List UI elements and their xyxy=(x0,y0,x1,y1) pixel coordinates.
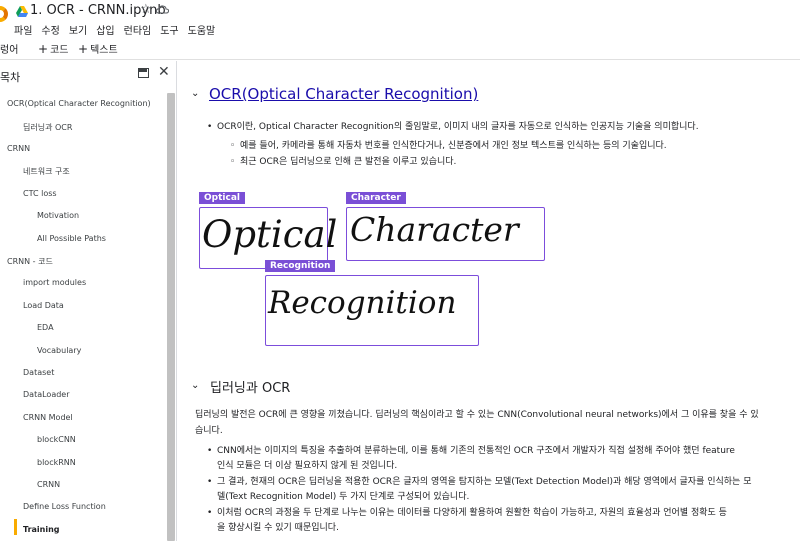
add-code-button[interactable]: + 코드 xyxy=(38,41,68,56)
toc-title: 목차 xyxy=(0,71,21,84)
menu-tools[interactable]: 도구 xyxy=(160,22,178,37)
drive-icon[interactable] xyxy=(16,6,28,17)
toc-item[interactable]: Motivation xyxy=(37,211,79,220)
sidebar-scrollbar[interactable] xyxy=(167,93,175,541)
toc-item[interactable]: import modules xyxy=(23,278,86,287)
colab-logo[interactable] xyxy=(0,6,8,22)
handwritten-word: Character xyxy=(350,210,519,249)
open-in-tab-icon[interactable] xyxy=(138,68,149,78)
menu-bar: 파일 수정 보기 삽입 런타임 도구 도움말 xyxy=(14,22,224,37)
toc-item[interactable]: CRNN Model xyxy=(23,413,73,422)
toc-item[interactable]: EDA xyxy=(37,323,54,332)
toc-item[interactable]: 딥러닝과 OCR xyxy=(23,122,72,133)
toc-item[interactable]: CRNN xyxy=(7,144,30,153)
toc-item[interactable]: Dataset xyxy=(23,368,54,377)
title-bar: 1. OCR - CRNN.ipynb ☆ 파일 수정 보기 삽입 런타임 도구… xyxy=(0,0,800,38)
list-item: 최근 OCR은 딥러닝으로 인해 큰 발전을 이루고 있습니다. xyxy=(230,155,456,170)
menu-help[interactable]: 도움말 xyxy=(188,22,216,37)
list-item: OCR이란, Optical Character Recognition의 줄임… xyxy=(207,120,699,135)
notebook-content: ⌄ OCR(Optical Character Recognition) OCR… xyxy=(178,61,800,541)
cloud-icon[interactable] xyxy=(156,4,169,16)
add-code-label: 코드 xyxy=(50,45,69,56)
paragraph-line: 딥러닝의 발전은 OCR에 큰 영향을 끼쳤습니다. 딥러닝의 핵심이라고 할 … xyxy=(195,410,759,420)
list-item: 예를 들어, 카메라를 통해 자동차 번호를 인식한다거나, 신분증에서 개인 … xyxy=(230,139,667,154)
menu-file[interactable]: 파일 xyxy=(14,22,32,37)
list-item-cont: 을 향상시킬 수 있기 때문입니다. xyxy=(217,523,339,533)
toc-item[interactable]: CRNN - 코드 xyxy=(7,256,53,267)
list-item: 그 결과, 현재의 OCR은 딥러닝을 적용한 OCR은 글자의 영역을 탐지하… xyxy=(207,475,751,490)
toc-item[interactable]: Define Loss Function xyxy=(23,502,106,511)
plus-icon: + xyxy=(38,42,49,56)
toc-item[interactable]: blockRNN xyxy=(37,458,76,467)
active-item-marker xyxy=(14,519,17,535)
list-item: CNN에서는 이미지의 특징을 추출하여 분류하는데, 이를 통해 기존의 전통… xyxy=(207,444,735,459)
label-tag: Recognition xyxy=(265,260,336,272)
paragraph-line: 습니다. xyxy=(195,426,223,436)
list-item: 이처럼 OCR의 과정을 두 단계로 나누는 이유는 데이터를 다양하게 활용하… xyxy=(207,506,727,521)
menu-runtime[interactable]: 런타임 xyxy=(124,22,152,37)
toc-sidebar: 목차 ✕ OCR(Optical Character Recognition) … xyxy=(0,61,177,541)
star-icon[interactable]: ☆ xyxy=(140,2,152,17)
menu-insert[interactable]: 삽입 xyxy=(96,22,114,37)
add-text-label: 텍스트 xyxy=(90,45,118,56)
list-item-cont: 델(Text Recognition Model) 두 가지 단계로 구성되어 … xyxy=(217,492,470,502)
toc-item[interactable]: blockCNN xyxy=(37,435,76,444)
close-icon[interactable]: ✕ xyxy=(158,64,170,80)
toc-item[interactable]: DataLoader xyxy=(23,390,70,399)
toolbar: 렁어 + 코드 + 텍스트 xyxy=(0,38,800,60)
label-tag: Character xyxy=(346,192,406,204)
chevron-down-icon[interactable]: ⌄ xyxy=(191,88,199,99)
label-tag: Optical xyxy=(199,192,245,204)
toc-item-active[interactable]: Training xyxy=(23,525,60,534)
menu-view[interactable]: 보기 xyxy=(69,22,87,37)
menu-edit[interactable]: 수정 xyxy=(41,22,59,37)
toc-item[interactable]: Vocabulary xyxy=(37,346,81,355)
toc-item[interactable]: 네트워크 구조 xyxy=(23,166,70,177)
chevron-down-icon[interactable]: ⌄ xyxy=(191,380,199,391)
list-item-cont: 인식 모듈은 더 이상 필요하지 않게 된 것입니다. xyxy=(217,461,398,471)
toc-item[interactable]: Load Data xyxy=(23,301,64,310)
handwritten-word: Optical xyxy=(202,213,338,256)
toc-item[interactable]: OCR(Optical Character Recognition) xyxy=(7,99,151,108)
handwritten-word: Recognition xyxy=(268,285,457,321)
add-text-button[interactable]: + 텍스트 xyxy=(78,41,118,56)
toc-item[interactable]: CTC loss xyxy=(23,189,57,198)
toc-item[interactable]: All Possible Paths xyxy=(37,234,106,243)
toolbar-truncated-label[interactable]: 렁어 xyxy=(0,41,18,56)
section-heading-ocr[interactable]: OCR(Optical Character Recognition) xyxy=(209,85,478,103)
toc-item[interactable]: CRNN xyxy=(37,480,60,489)
section-heading-deeplearning-ocr[interactable]: 딥러닝과 OCR xyxy=(210,377,290,396)
plus-icon: + xyxy=(78,42,89,56)
